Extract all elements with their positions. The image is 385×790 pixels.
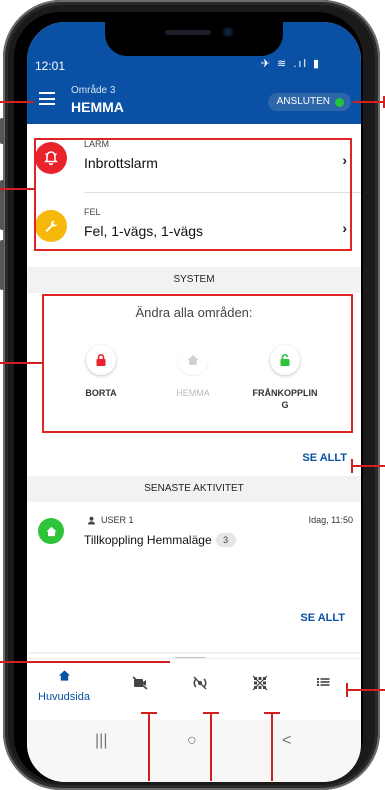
front-camera [223,27,233,37]
connection-badge: ANSLUTEN [267,93,351,111]
annotation-line-handle [0,661,170,663]
nav-item-home[interactable]: Huvudsida [34,669,94,703]
back-button[interactable]: < [282,732,291,750]
home-button[interactable]: ○ [187,732,197,750]
user-icon [87,516,96,525]
activity-section-header: SENASTE AKTIVITET [27,476,361,502]
activity-user-name: USER 1 [101,515,134,525]
annotation-tick-see-all [351,459,353,473]
annotation-line-alerts [0,188,34,190]
annotation-line-camera [148,712,150,781]
nav-item-more[interactable] [293,675,353,694]
sensor-icon [193,676,207,690]
nav-item-devices[interactable] [230,675,290,696]
recents-button[interactable]: ||| [95,732,107,750]
activity-title-text: Tillkoppling Hemmaläge [84,533,212,547]
activity-card: USER 1 Idag, 11:50 Tillkoppling Hemmaläg… [27,502,361,652]
annotation-modes-box [42,294,353,433]
nav-item-sensors[interactable] [170,675,230,696]
system-section-header: SYSTEM [27,267,361,293]
phone-side-button [0,118,4,144]
area-name: HEMMA [71,99,124,115]
status-time: 12:01 [35,59,66,73]
annotation-tick-camera [141,712,157,714]
annotation-line-menu [0,101,34,103]
annotation-line-connection [353,101,385,103]
status-icons: ✈ ≋ .ıl ▮ [260,58,321,70]
annotation-line-sensors [210,712,212,781]
speaker-grille [165,30,211,35]
phone-volume-down-button [0,240,4,290]
nav-item-camera[interactable] [110,675,170,696]
activity-time: Idag, 11:50 [308,515,353,525]
nav-home-label: Huvudsida [38,691,90,703]
list-icon [317,678,330,686]
annotation-tick-sensors [203,712,219,714]
house-icon [38,518,64,544]
activity-see-all-link[interactable]: SE ALLT [300,612,345,624]
annotation-line-devices [271,712,273,781]
activity-user: USER 1 [87,515,134,525]
annotation-line-list [346,689,385,691]
bottom-navigation: Huvudsida [27,658,361,721]
connection-status-label: ANSLUTEN [276,96,330,107]
annotation-line-modes [0,362,42,364]
activity-count-badge: 3 [215,533,236,547]
area-label: Område 3 [71,85,116,96]
hamburger-icon[interactable] [39,92,55,105]
system-navigation-bar: ||| ○ < [27,720,361,782]
annotation-alerts-box [34,138,352,251]
annotation-tick-devices [264,712,280,714]
annotation-tick-list [346,683,348,697]
system-see-all-link[interactable]: SE ALLT [302,452,347,464]
grid-off-icon [252,675,268,691]
system-see-all-row: SE ALLT [27,436,361,476]
notch [105,22,283,56]
connection-dot-icon [335,97,344,107]
app-bar: Område 3 HEMMA ANSLUTEN [27,78,361,124]
camera-off-icon [132,676,148,690]
activity-title: Tillkoppling Hemmaläge 3 [84,533,236,547]
home-icon [58,670,70,681]
annotation-line-see-all [351,465,385,467]
